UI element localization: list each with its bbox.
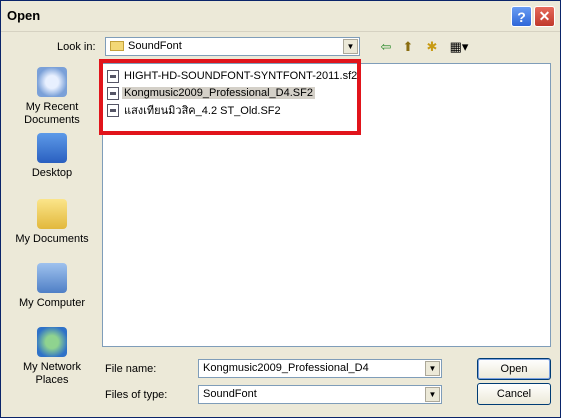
place-label: Desktop [31,167,73,179]
help-button[interactable]: ? [511,6,532,27]
chevron-down-icon[interactable]: ▼ [425,361,440,376]
my-computer-icon [37,263,67,293]
place-label: My Network Places [22,361,82,386]
place-my-documents[interactable]: My Documents [7,199,97,246]
look-in-value: SoundFont [128,40,182,52]
desktop-icon [37,133,67,163]
file-type-dropdown[interactable]: SoundFont ▼ [198,385,442,404]
folder-icon [110,41,124,51]
place-label: My Recent Documents [24,101,80,126]
dialog-title: Open [7,8,41,23]
file-name-label: File name: [105,363,157,375]
up-folder-icon[interactable]: ⬆ [399,38,417,56]
open-dialog: Open ? ✕ Look in: SoundFont ▼ ⇦ ⬆ ✱ ▦▾ M… [0,0,561,418]
open-button[interactable]: Open [477,358,551,380]
place-recent-documents[interactable]: My Recent Documents [7,67,97,127]
file-name-value: Kongmusic2009_Professional_D4 [203,362,369,374]
file-type-value: SoundFont [203,388,257,400]
my-documents-icon [37,199,67,229]
place-label: My Computer [18,297,86,309]
file-name-input[interactable]: Kongmusic2009_Professional_D4 ▼ [198,359,442,378]
place-network-places[interactable]: My Network Places [7,327,97,387]
chevron-down-icon[interactable]: ▼ [343,39,358,54]
close-button[interactable]: ✕ [534,6,555,27]
cancel-button[interactable]: Cancel [477,383,551,405]
views-menu-icon[interactable]: ▦▾ [447,38,471,56]
place-desktop[interactable]: Desktop [7,133,97,180]
annotation-highlight-box [99,59,361,135]
new-folder-icon[interactable]: ✱ [423,38,441,56]
place-label: My Documents [15,233,89,245]
places-bar: My Recent Documents Desktop My Documents… [7,63,97,389]
recent-documents-icon [37,67,67,97]
chevron-down-icon[interactable]: ▼ [425,387,440,402]
look-in-label: Look in: [57,41,96,53]
file-type-label: Files of type: [105,389,168,401]
look-in-dropdown[interactable]: SoundFont ▼ [105,37,360,56]
network-places-icon [37,327,67,357]
place-my-computer[interactable]: My Computer [7,263,97,310]
back-icon[interactable]: ⇦ [377,38,395,56]
title-bar: Open ? ✕ [1,1,560,32]
